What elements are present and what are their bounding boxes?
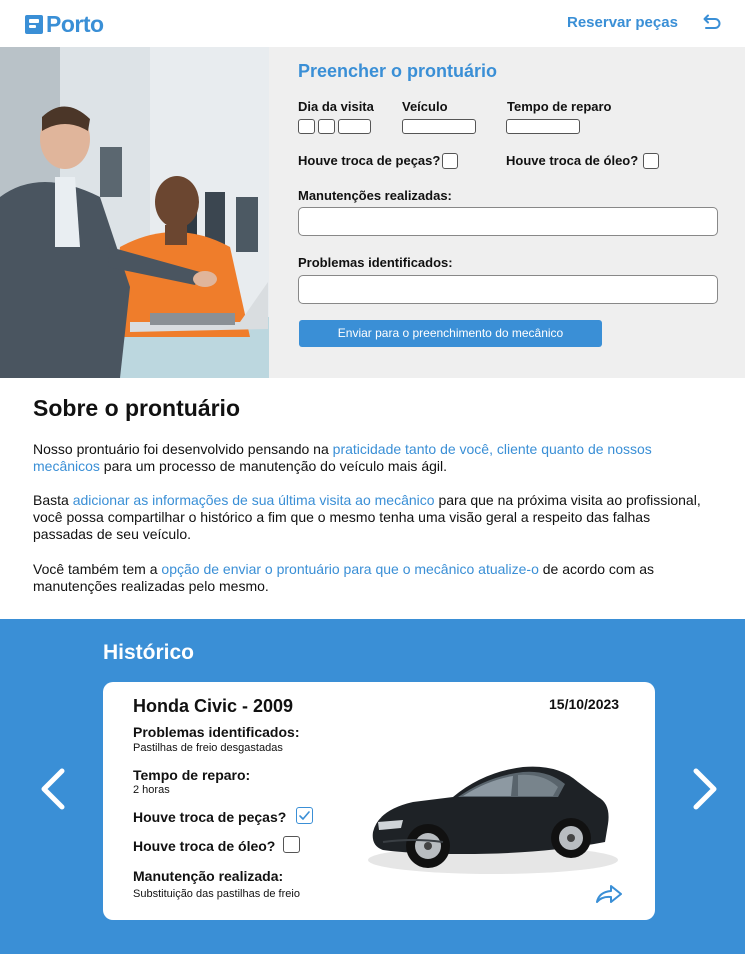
maintenance-input[interactable] xyxy=(298,207,718,236)
car-title: Honda Civic - 2009 xyxy=(133,696,294,716)
check-icon xyxy=(299,811,310,820)
card-repair-time-value: 2 horas xyxy=(133,784,170,796)
history-section: Histórico Honda Civic - 2009 15/10/2023 … xyxy=(0,619,745,954)
vehicle-field[interactable] xyxy=(402,119,476,134)
back-arrow-icon[interactable] xyxy=(700,12,722,34)
oil-change-label: Houve troca de óleo? xyxy=(506,153,639,168)
problems-input[interactable] xyxy=(298,275,718,304)
chevron-left-icon[interactable] xyxy=(38,767,68,811)
header: Porto Reservar peças xyxy=(0,0,745,47)
car-image xyxy=(368,766,618,874)
repair-time-field[interactable] xyxy=(506,119,580,134)
logo-text: Porto xyxy=(46,11,104,37)
about-paragraph-2: Basta adicionar as informações de sua úl… xyxy=(33,492,713,543)
about-title: Sobre o prontuário xyxy=(33,395,240,421)
visit-day-field[interactable] xyxy=(298,119,315,134)
p1-text-b: para um processo de manutenção do veícul… xyxy=(99,458,448,474)
vehicle-label: Veículo xyxy=(402,99,448,114)
card-parts-change-label: Houve troca de peças? xyxy=(133,809,287,825)
porto-logo-icon xyxy=(25,15,43,34)
visit-year-field[interactable] xyxy=(338,119,371,134)
hero-section: Preencher o prontuário Dia da visita Veí… xyxy=(0,47,745,378)
logo[interactable]: Porto xyxy=(25,11,104,38)
card-repair-time-label: Tempo de reparo: xyxy=(133,767,251,783)
history-title: Histórico xyxy=(103,641,195,664)
p3-text-a: Você também tem a xyxy=(33,561,162,577)
card-maintenance-value: Substituição das pastilhas de freio xyxy=(133,888,300,900)
about-paragraph-3: Você também tem a opção de enviar o pron… xyxy=(33,561,713,595)
card-maintenance-label: Manutenção realizada: xyxy=(133,868,284,884)
form-title: Preencher o prontuário xyxy=(298,61,498,81)
share-icon[interactable] xyxy=(593,882,625,906)
history-card: Honda Civic - 2009 15/10/2023 Problemas … xyxy=(103,682,655,920)
mechanic-photo xyxy=(0,47,269,378)
card-problems-label: Problemas identificados: xyxy=(133,724,300,740)
visit-date: 15/10/2023 xyxy=(549,696,620,712)
oil-change-checkbox[interactable] xyxy=(643,153,659,169)
problems-label: Problemas identificados: xyxy=(298,255,453,270)
reserve-parts-link[interactable]: Reservar peças xyxy=(567,14,678,31)
visit-month-field[interactable] xyxy=(318,119,335,134)
card-oil-change-label: Houve troca de óleo? xyxy=(133,838,276,854)
p2-text-a: Basta xyxy=(33,492,73,508)
about-paragraph-1: Nosso prontuário foi desenvolvido pensan… xyxy=(33,441,713,475)
parts-change-label: Houve troca de peças? xyxy=(298,153,441,168)
card-parts-change-checkbox[interactable] xyxy=(296,807,313,824)
p1-text-a: Nosso prontuário foi desenvolvido pensan… xyxy=(33,441,333,457)
repair-time-label: Tempo de reparo xyxy=(507,99,612,114)
parts-change-checkbox[interactable] xyxy=(442,153,458,169)
card-oil-change-checkbox[interactable] xyxy=(283,836,300,853)
send-to-mechanic-button[interactable]: Enviar para o preenchimento do mecânico xyxy=(299,320,602,347)
chevron-right-icon[interactable] xyxy=(690,767,720,811)
p2-highlight: adicionar as informações de sua última v… xyxy=(72,492,435,508)
visit-day-label: Dia da visita xyxy=(298,99,374,114)
card-problems-value: Pastilhas de freio desgastadas xyxy=(133,742,283,754)
maintenance-label: Manutenções realizadas: xyxy=(298,188,452,203)
p3-highlight: opção de enviar o prontuário para que o … xyxy=(161,561,539,577)
